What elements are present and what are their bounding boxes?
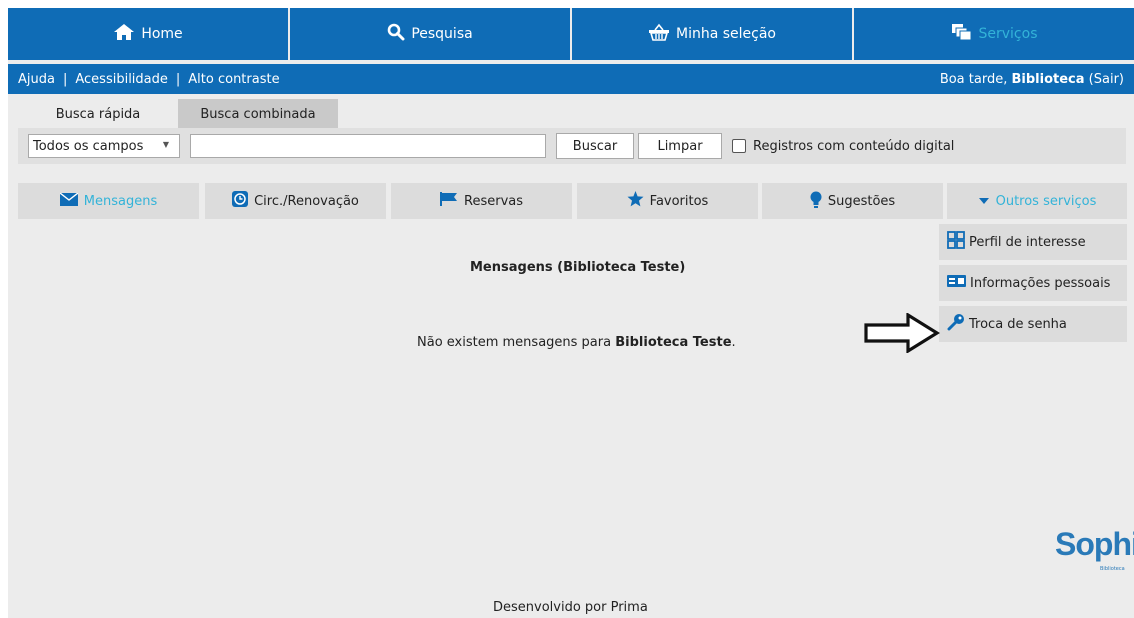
link-acessibilidade[interactable]: Acessibilidade (75, 72, 168, 87)
digital-content-label: Registros com conteúdo digital (753, 138, 955, 154)
user-greeting: Boa tarde, Biblioteca (Sair) (940, 72, 1124, 87)
menu-item-perfil-interesse[interactable]: Perfil de interesse (939, 224, 1127, 260)
nav-tab-label: Serviços (978, 26, 1038, 42)
link-ajuda[interactable]: Ajuda (18, 72, 55, 87)
tab-label: Mensagens (83, 193, 158, 209)
tab-busca-combinada[interactable]: Busca combinada (178, 99, 338, 129)
home-icon (113, 23, 141, 45)
logout-link[interactable]: (Sair) (1089, 72, 1124, 87)
search-input[interactable] (190, 134, 546, 158)
search-mode-tabs: Busca rápida Busca combinada (18, 99, 338, 129)
lightbulb-icon (810, 191, 828, 212)
tab-busca-rapida[interactable]: Busca rápida (18, 99, 178, 129)
sophia-logo: SophiA (1055, 526, 1134, 562)
nav-tab-minha-selecao[interactable]: Minha seleção (572, 8, 852, 60)
user-name: Biblioteca (1011, 71, 1085, 87)
pointer-arrow-icon (864, 312, 941, 357)
star-icon (627, 191, 650, 211)
menu-item-troca-senha[interactable]: Troca de senha (939, 306, 1127, 342)
search-icon (387, 23, 411, 45)
empty-message-name: Biblioteca Teste (615, 335, 732, 350)
top-navigation: Home Pesquisa Minha seleção Serviços (8, 8, 1134, 60)
tab-reservas[interactable]: Reservas (391, 183, 572, 219)
nav-tab-label: Minha seleção (676, 26, 776, 42)
tab-circ-renovacao[interactable]: Circ./Renovação (205, 183, 386, 219)
separator: | (175, 71, 181, 87)
empty-message-text: Não existem mensagens para (417, 335, 612, 350)
tab-outros-servicos[interactable]: Outros serviços (947, 183, 1127, 219)
nav-tab-home[interactable]: Home (8, 8, 288, 60)
tab-label: Sugestões (827, 193, 896, 209)
menu-item-informacoes-pessoais[interactable]: Informações pessoais (939, 265, 1127, 301)
search-bar: Todos os campos ▼ Buscar Limpar Registro… (18, 128, 1126, 164)
flag-icon (440, 192, 464, 210)
empty-message: Não existem mensagens para Biblioteca Te… (417, 335, 736, 350)
field-select-value: Todos os campos (33, 138, 144, 154)
greeting-text: Boa tarde, (939, 71, 1008, 87)
digital-content-checkbox[interactable] (732, 139, 746, 153)
grid-icon (947, 231, 969, 253)
menu-item-label: Troca de senha (969, 316, 1067, 332)
clock-icon (232, 191, 254, 211)
tab-mensagens[interactable]: Mensagens (18, 183, 199, 219)
nav-tab-servicos[interactable]: Serviços (854, 8, 1134, 60)
buscar-button[interactable]: Buscar (556, 133, 634, 159)
menu-item-label: Perfil de interesse (969, 234, 1086, 250)
windows-icon (951, 23, 979, 45)
page-title: Mensagens (Biblioteca Teste) (470, 260, 686, 275)
page: Home Pesquisa Minha seleção Serviços Aju… (0, 0, 1134, 618)
footer-credit: Desenvolvido por Prima (493, 600, 648, 615)
nav-tab-label: Home (141, 26, 183, 42)
separator: | (62, 71, 68, 87)
utility-links: Ajuda | Acessibilidade | Alto contraste (18, 72, 280, 87)
caret-down-icon (978, 194, 996, 209)
chevron-down-icon: ▼ (162, 140, 169, 149)
nav-tab-pesquisa[interactable]: Pesquisa (290, 8, 570, 60)
id-card-icon (947, 275, 970, 291)
tab-label: Outros serviços (995, 193, 1097, 209)
nav-tab-label: Pesquisa (411, 26, 473, 42)
link-alto-contraste[interactable]: Alto contraste (188, 72, 279, 87)
sophia-logo-subtext: Biblioteca (1100, 566, 1125, 572)
empty-message-suffix: . (731, 335, 736, 350)
tab-favoritos[interactable]: Favoritos (577, 183, 758, 219)
tab-label: Reservas (464, 193, 523, 209)
tab-label: Circ./Renovação (254, 193, 359, 209)
envelope-icon (59, 191, 84, 210)
utility-bar: Ajuda | Acessibilidade | Alto contraste … (8, 64, 1134, 94)
field-select[interactable]: Todos os campos ▼ (28, 134, 180, 158)
tab-sugestoes[interactable]: Sugestões (762, 183, 943, 219)
key-icon (947, 313, 969, 335)
tab-label: Favoritos (649, 193, 709, 209)
menu-item-label: Informações pessoais (970, 275, 1111, 291)
basket-icon (648, 23, 676, 45)
limpar-button[interactable]: Limpar (638, 133, 722, 159)
